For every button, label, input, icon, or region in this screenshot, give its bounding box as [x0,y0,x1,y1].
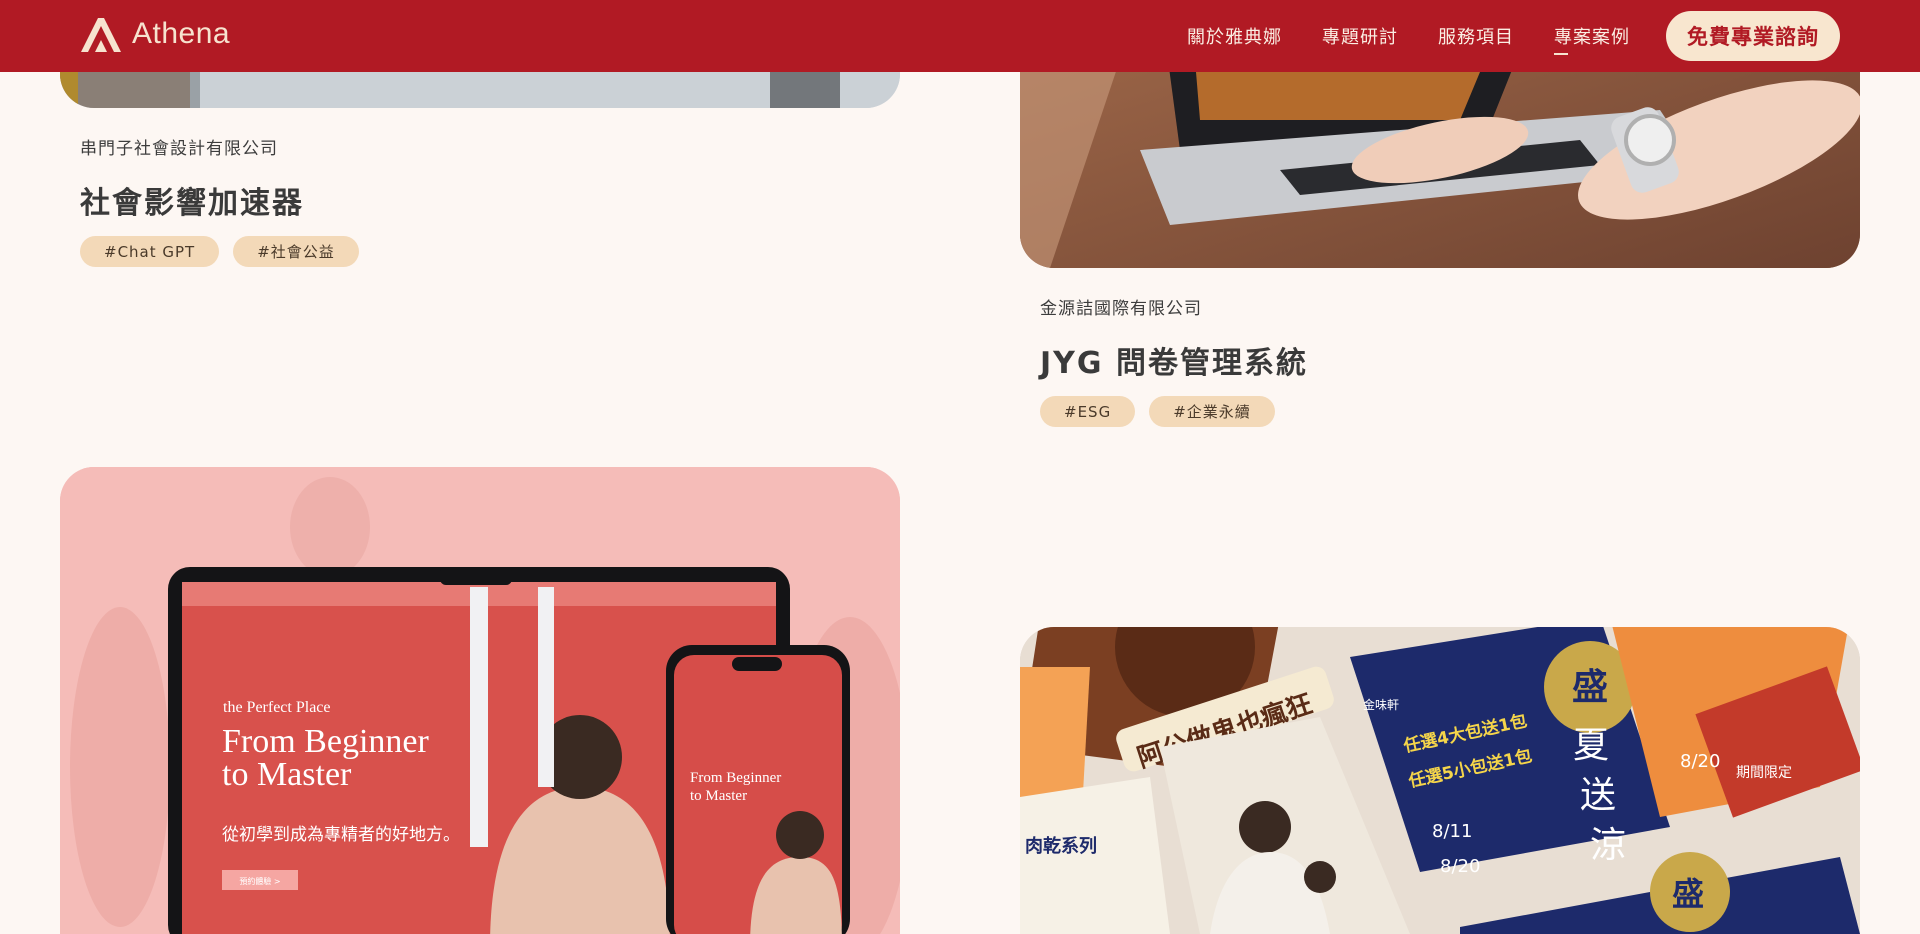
nav-item-cases[interactable]: 專案案例 [1554,19,1630,55]
promo-summer-char-1: 盛 [1572,666,1608,708]
nav-item-seminars[interactable]: 專題研討 [1322,19,1398,53]
mockup-headline-2: to Master [222,756,352,793]
tag-chip[interactable]: #ESG [1040,396,1136,427]
promo-summer-char-3: 送 [1580,775,1616,816]
promo-date-right: 8/20 [1680,751,1720,772]
nav-item-about[interactable]: 關於雅典娜 [1187,19,1282,53]
nav-item-services[interactable]: 服務項目 [1438,19,1514,53]
card-company: 金源詰國際有限公司 [1040,299,1202,319]
promo-banner-image: 阿公做鬼也瘋狂 盛 夏 送 涼 任選4大包送1包 任選5小包送1包 8/11 8… [1020,627,1860,934]
card-tags: #ESG #企業永續 [1040,396,1275,427]
promo-summer-char-2: 夏 [1573,725,1609,766]
card-image-yoga-website[interactable]: the Perfect Place From Beginner to Maste… [60,467,900,934]
mockup-headline-1: From Beginner [222,723,429,760]
logo-text: Athena [132,17,231,50]
card-title[interactable]: JYG 問卷管理系統 [1040,338,1308,382]
site-header: Athena 關於雅典娜 專題研討 服務項目 專案案例 免費專業諮詢 [0,0,1920,72]
main-nav: 關於雅典娜 專題研討 服務項目 專案案例 [1187,0,1630,72]
promo-summer-char-bottom: 盛 [1672,875,1704,913]
promo-date-2: 8/20 [1440,856,1480,877]
page: Athena 關於雅典娜 專題研討 服務項目 專案案例 免費專業諮詢 串門子社會… [0,0,1920,934]
mockup-phone-headline-1: From Beginner [690,770,781,786]
free-consultation-button[interactable]: 免費專業諮詢 [1666,11,1840,61]
promo-brand: 金味軒 [1363,697,1399,712]
card-company: 串門子社會設計有限公司 [80,139,278,159]
card-tags: #Chat GPT #社會公益 [80,236,359,267]
tag-chip[interactable]: #社會公益 [233,236,359,267]
mockup-phone-headline-2: to Master [690,788,747,804]
card-image-jerky-promo[interactable]: 阿公做鬼也瘋狂 盛 夏 送 涼 任選4大包送1包 任選5小包送1包 8/11 8… [1020,627,1860,934]
promo-limited: 期間限定 [1736,765,1792,781]
tag-chip[interactable]: #Chat GPT [80,236,220,267]
mockup-cta: 預約體驗 > [239,876,280,886]
logo[interactable]: Athena [78,14,230,54]
promo-series: 肉乾系列 [1025,835,1097,857]
card-title[interactable]: 社會影響加速器 [80,178,304,222]
tag-chip[interactable]: #企業永續 [1149,396,1275,427]
athena-logo-icon [81,18,121,52]
promo-date-1: 8/11 [1432,821,1472,842]
device-mockup-image: the Perfect Place From Beginner to Maste… [60,467,900,934]
promo-summer-char-4: 涼 [1590,825,1626,866]
mockup-subtitle: 從初學到成為專精者的好地方。 [222,825,460,845]
mockup-small-text: the Perfect Place [223,699,331,716]
